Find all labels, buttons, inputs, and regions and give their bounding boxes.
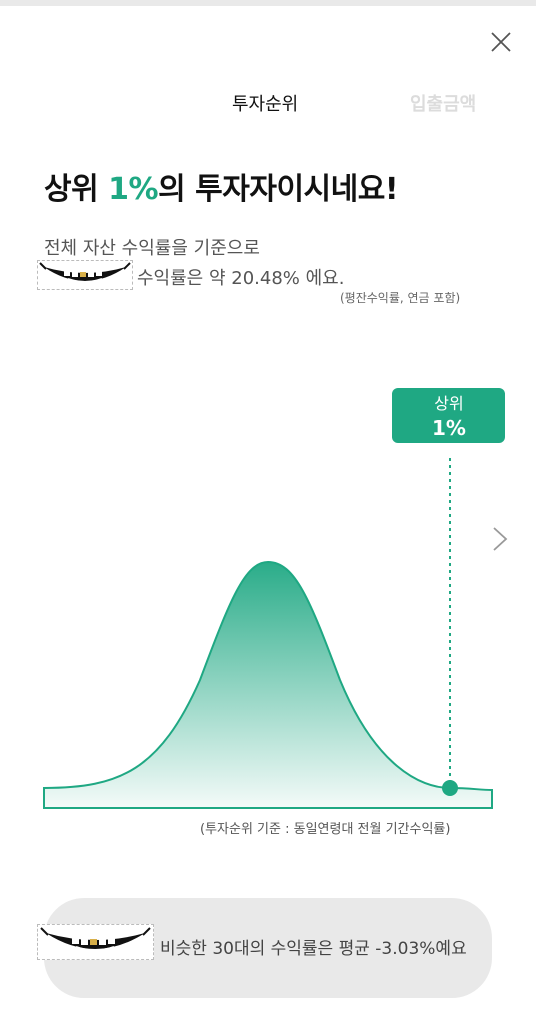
chevron-right-icon [493,527,508,551]
comparison-text: 비슷한 30대의 수익률은 평균 -3.03%예요 [160,939,467,959]
headline-prefix: 상위 [44,172,109,207]
page-title: 상위 1%의 투자자이시네요! [44,164,399,208]
marker-label-line1: 상위 [434,394,463,413]
tab-deposit-withdrawal[interactable]: 입출금액 [410,92,476,118]
distribution-area [43,560,493,809]
tab-investment-rank[interactable]: 투자순위 [232,92,298,118]
chart-caption: (투자순위 기준 : 동일연령대 전월 기간수익률) [200,822,451,837]
headline-accent: 1% [108,172,159,207]
description-line1: 전체 자산 수익률을 기준으로 [44,238,260,259]
headline-suffix: 의 투자자이시네요! [158,172,399,207]
close-icon [491,32,511,52]
marker-label-line2: 1% [432,416,466,440]
grin-mask-icon [40,927,151,952]
close-button[interactable] [486,27,516,57]
next-button[interactable] [488,524,512,554]
distribution-chart: 상위 1% [43,388,505,809]
description-line2: 수익률은 약 20.48% 에요. [137,268,345,289]
redacted-avatar-mask [37,924,154,960]
status-bar [0,0,536,6]
marker-point [442,780,458,796]
redacted-name-mask [37,260,133,290]
description-note: (평잔수익률, 연금 포함) [340,291,461,305]
tab-bar: 투자순위 입출금액 [0,92,536,122]
grin-mask-icon [39,262,131,283]
